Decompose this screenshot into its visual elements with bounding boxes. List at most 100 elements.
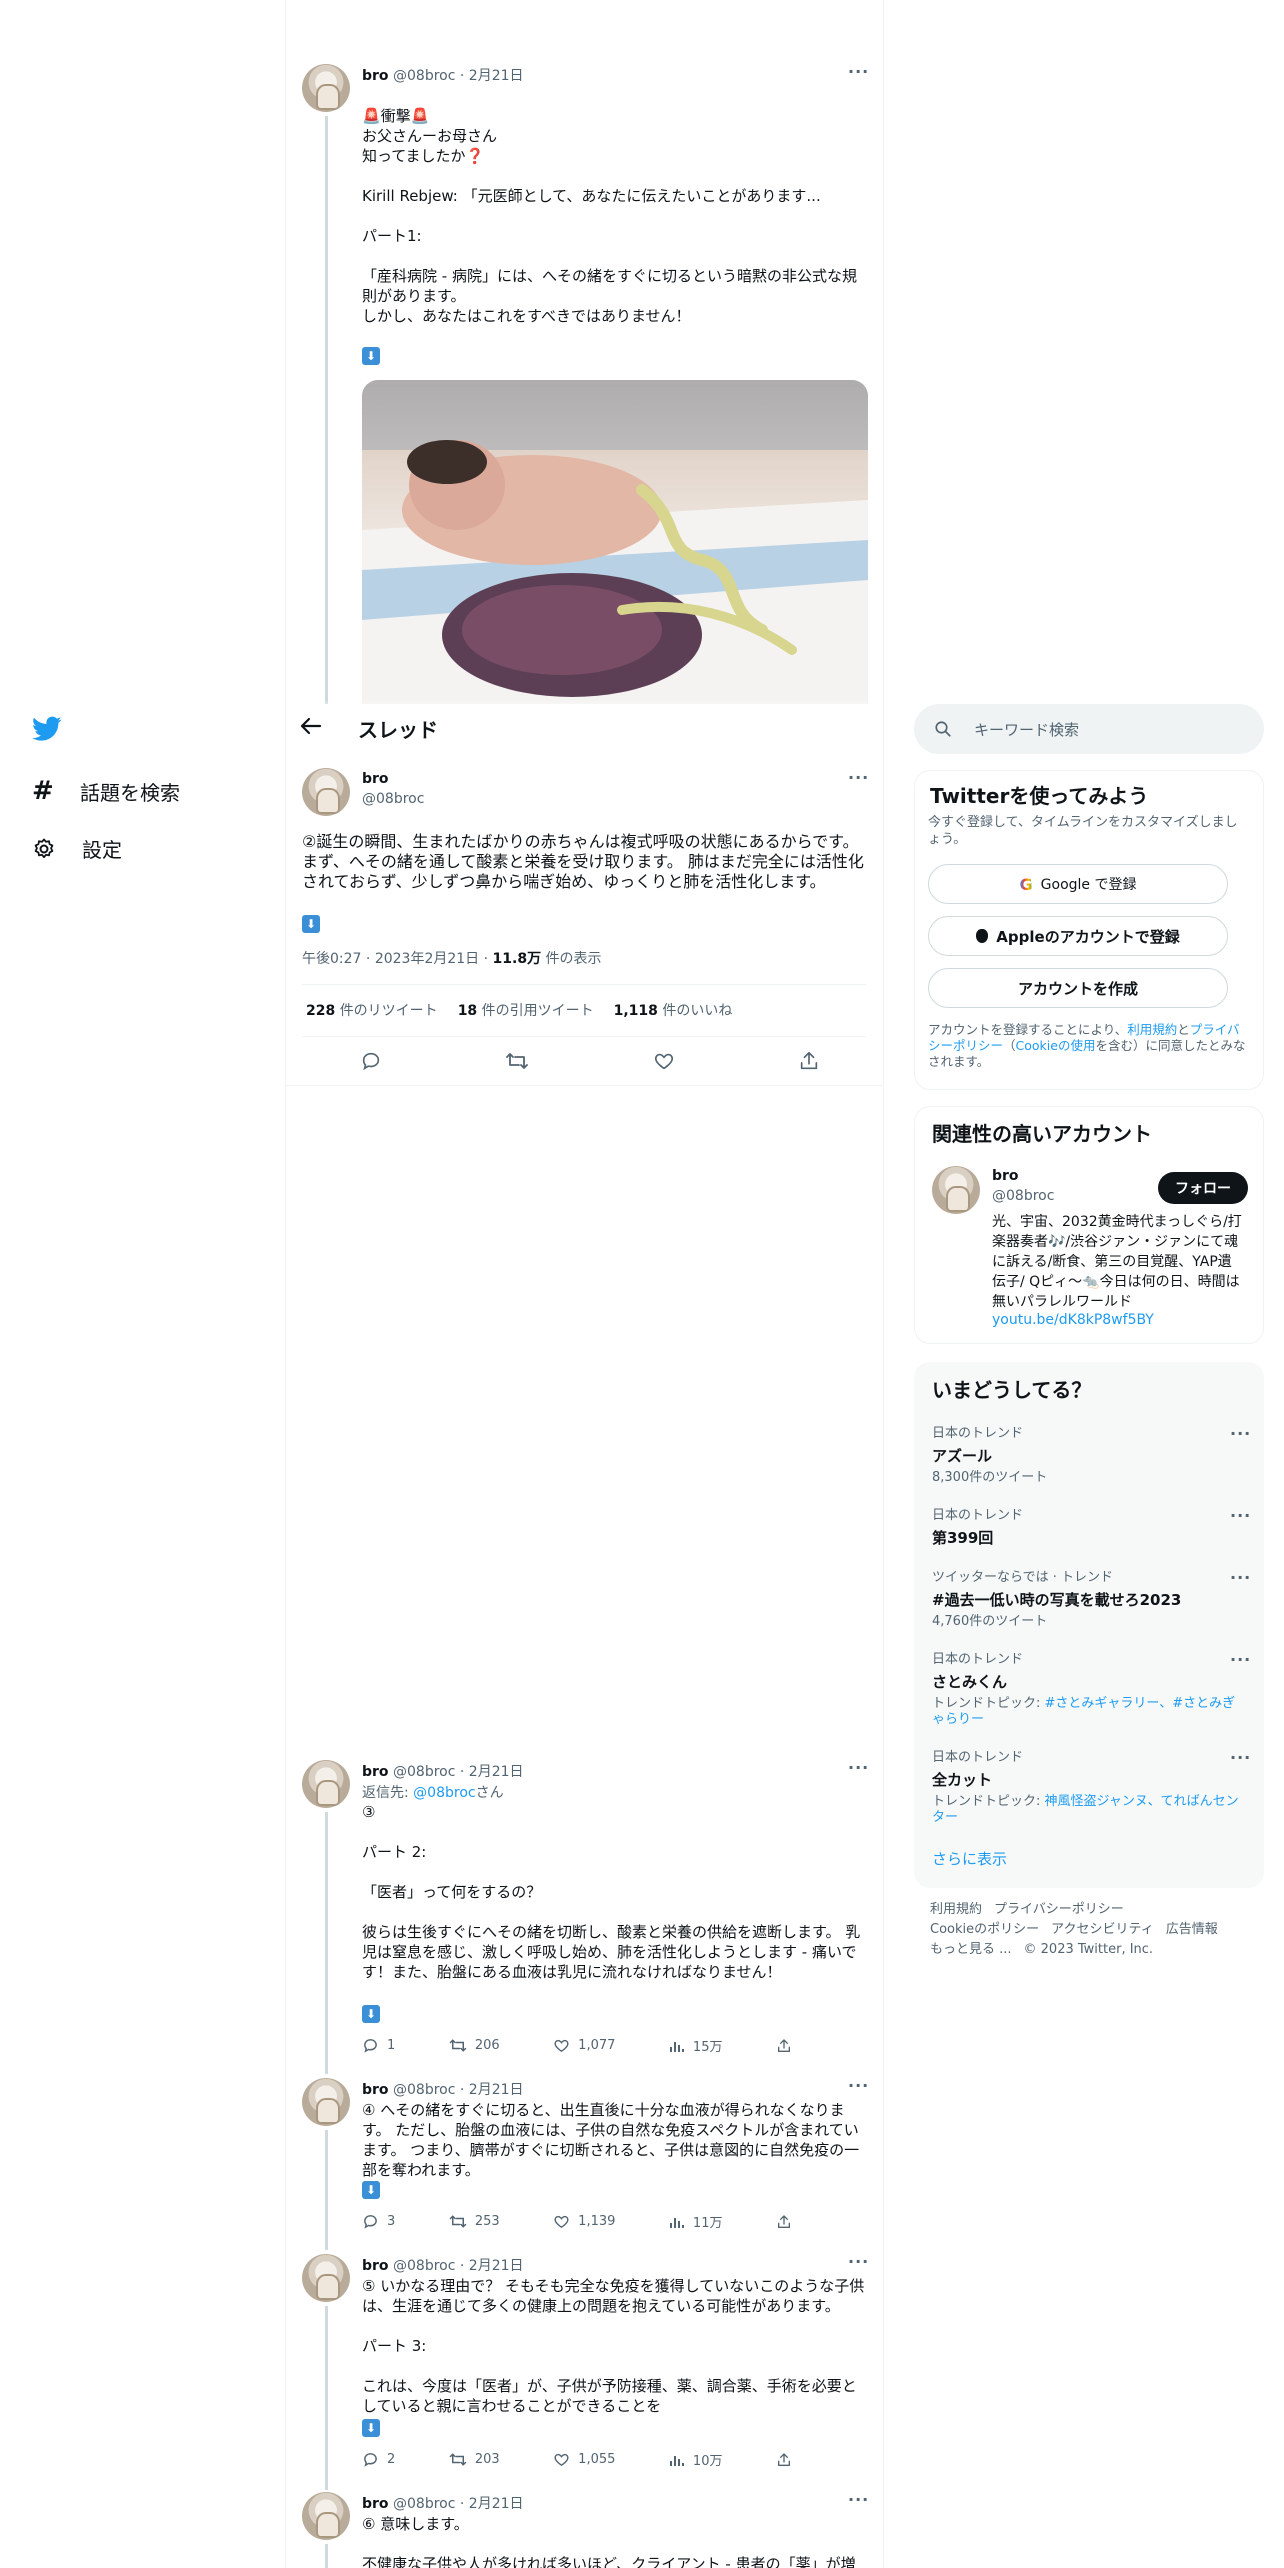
nav-explore[interactable]: # 話題を検索 [32,776,180,806]
share-action[interactable] [776,2038,792,2054]
create-account-button[interactable]: アカウントを作成 [928,968,1228,1008]
more-icon[interactable]: ··· [1230,1506,1251,1525]
more-icon[interactable]: ··· [1230,1650,1251,1669]
like-action[interactable]: 1,077 [553,2037,615,2054]
show-more-link[interactable]: さらに表示 [932,1848,1007,1869]
cookie-link[interactable]: Cookieの使用 [1016,1038,1096,1053]
share-icon[interactable] [798,1050,820,1076]
avatar[interactable] [302,2254,350,2302]
share-action[interactable] [776,2214,792,2230]
tweet-body: ⑤ いかなる理由で？ そもそも完全な免疫を獲得していないこのような子供は、生涯を… [362,2277,865,2415]
trend-item[interactable]: 日本のトレンド さとみくん トレンドトピック: #さとみギャラリー、#さとみぎゃ… [932,1648,1252,1728]
reply-icon[interactable] [360,1050,382,1076]
tweet-date[interactable]: 2月21日 [469,68,524,84]
footer-link-ads[interactable]: 広告情報 [1166,1920,1218,1940]
more-icon[interactable]: ··· [848,1758,869,1777]
more-icon[interactable]: ··· [1230,1568,1251,1587]
share-action[interactable] [776,2452,792,2468]
likes-stat[interactable]: 1,118 件のいいね [614,1000,733,1020]
views-action[interactable]: 10万 [669,2450,722,2469]
author-name[interactable]: bro [362,2258,389,2274]
author-handle[interactable]: @08broc [393,2258,455,2274]
reply-action[interactable]: 1 [362,2037,395,2054]
footer-link-cookie[interactable]: Cookieのポリシー [930,1920,1039,1940]
reply-action[interactable]: 2 [362,2451,395,2468]
tweet-timestamp[interactable]: 午後0:27 · 2023年2月21日 · 11.8万 件の表示 [302,948,602,968]
author-name[interactable]: bro [362,2082,389,2098]
tweet-photo[interactable] [362,380,868,704]
reply-to-suffix: さん [475,1785,504,1801]
trend-item[interactable]: 日本のトレンド 第399回 [932,1504,1252,1548]
quotes-stat[interactable]: 18 件の引用ツイート [458,1000,594,1020]
trend-item[interactable]: 日本のトレンド アズール 8,300件のツイート [932,1422,1252,1486]
siren-icon: 🚨 [410,107,430,125]
author-name[interactable]: bro [362,68,389,84]
retweet-count: 206 [474,2038,500,2053]
follow-label: フォロー [1175,1181,1231,1197]
footer-link-privacy[interactable]: プライバシーポリシー [994,1900,1124,1920]
author-handle[interactable]: @08broc [393,2082,455,2098]
like-action[interactable]: 1,055 [553,2451,615,2468]
related-name[interactable]: bro [992,1168,1019,1184]
likes-count: 1,118 [613,1003,658,1019]
tweet-date[interactable]: 2月21日 [469,2496,524,2512]
retweet-action[interactable]: 203 [449,2451,500,2468]
tweet-date[interactable]: 2月21日 [469,1764,524,1780]
trend-item[interactable]: ツイッターならでは · トレンド #過去一低い時の写真を載せろ2023 4,76… [932,1566,1252,1630]
more-icon[interactable]: ··· [848,768,869,787]
search-input[interactable]: キーワード検索 [974,719,1079,740]
avatar[interactable] [932,1166,980,1214]
author-handle[interactable]: @08broc [393,2496,455,2512]
more-icon[interactable]: ··· [1230,1424,1251,1443]
author-name[interactable]: bro [362,2496,389,2512]
trend-item[interactable]: 日本のトレンド 全カット トレンドトピック: 神風怪盗ジャンヌ、てればんセンター [932,1746,1252,1826]
trends-title: いまどうしてる？ [932,1378,1092,1402]
more-icon[interactable]: ··· [1230,1748,1251,1767]
terms-link[interactable]: 利用規約 [1127,1022,1177,1037]
more-icon[interactable]: ··· [848,2076,869,2095]
author-handle[interactable]: @08broc [393,68,455,84]
like-action[interactable]: 1,139 [553,2213,615,2230]
retweet-icon[interactable] [505,1050,529,1076]
twitter-logo-icon[interactable] [32,716,62,746]
avatar[interactable] [302,2078,350,2126]
footer-link-accessibility[interactable]: アクセシビリティ [1051,1920,1154,1940]
footer-more-link[interactable]: もっと見る ... [930,1940,1012,1960]
views-action[interactable]: 15万 [669,2036,722,2055]
more-icon[interactable]: ··· [848,2490,869,2509]
trend-name: 全カット [932,1771,993,1789]
share-icon [778,2452,790,2466]
trend-sub: トレンドトピック: 神風怪盗ジャンヌ、てればんセンター [932,1794,1242,1826]
more-icon[interactable]: ··· [848,62,869,81]
avatar[interactable] [302,1760,350,1808]
author-name[interactable]: bro [362,1764,389,1780]
avatar[interactable] [302,64,350,112]
trend-name: #過去一低い時の写真を載せろ2023 [932,1591,1182,1609]
retweet-action[interactable]: 253 [449,2213,500,2230]
avatar[interactable] [302,2492,350,2540]
tweet-date[interactable]: 2月21日 [469,2258,524,2274]
google-signup-button[interactable]: G Google で登録 [928,864,1228,904]
follow-button[interactable]: フォロー [1158,1172,1248,1204]
retweet-action[interactable]: 206 [449,2037,500,2054]
page-title: スレッド [358,718,438,742]
photo-fade [286,700,883,712]
reply-action[interactable]: 3 [362,2213,395,2230]
author-handle[interactable]: @08broc [393,1764,455,1780]
apple-signup-button[interactable]: Appleのアカウントで登録 [928,916,1228,956]
nav-settings[interactable]: 設定 [32,834,122,863]
retweets-stat[interactable]: 228 件のリツイート [306,1000,438,1020]
avatar[interactable] [302,768,350,816]
related-link[interactable]: youtu.be/dK8kP8wf5BY [992,1312,1154,1328]
views-action[interactable]: 11万 [669,2212,722,2231]
author-handle[interactable]: @08broc [362,791,424,807]
footer-link-terms[interactable]: 利用規約 [930,1900,982,1920]
more-icon[interactable]: ··· [848,2252,869,2271]
back-arrow-icon[interactable] [300,716,322,740]
tweet-date[interactable]: 2月21日 [469,2082,524,2098]
heart-icon[interactable] [653,1050,675,1076]
related-handle[interactable]: @08broc [992,1188,1054,1204]
search-bar[interactable]: キーワード検索 [914,704,1264,754]
author-name[interactable]: bro [362,771,389,787]
reply-to-handle[interactable]: @08broc [413,1785,475,1801]
